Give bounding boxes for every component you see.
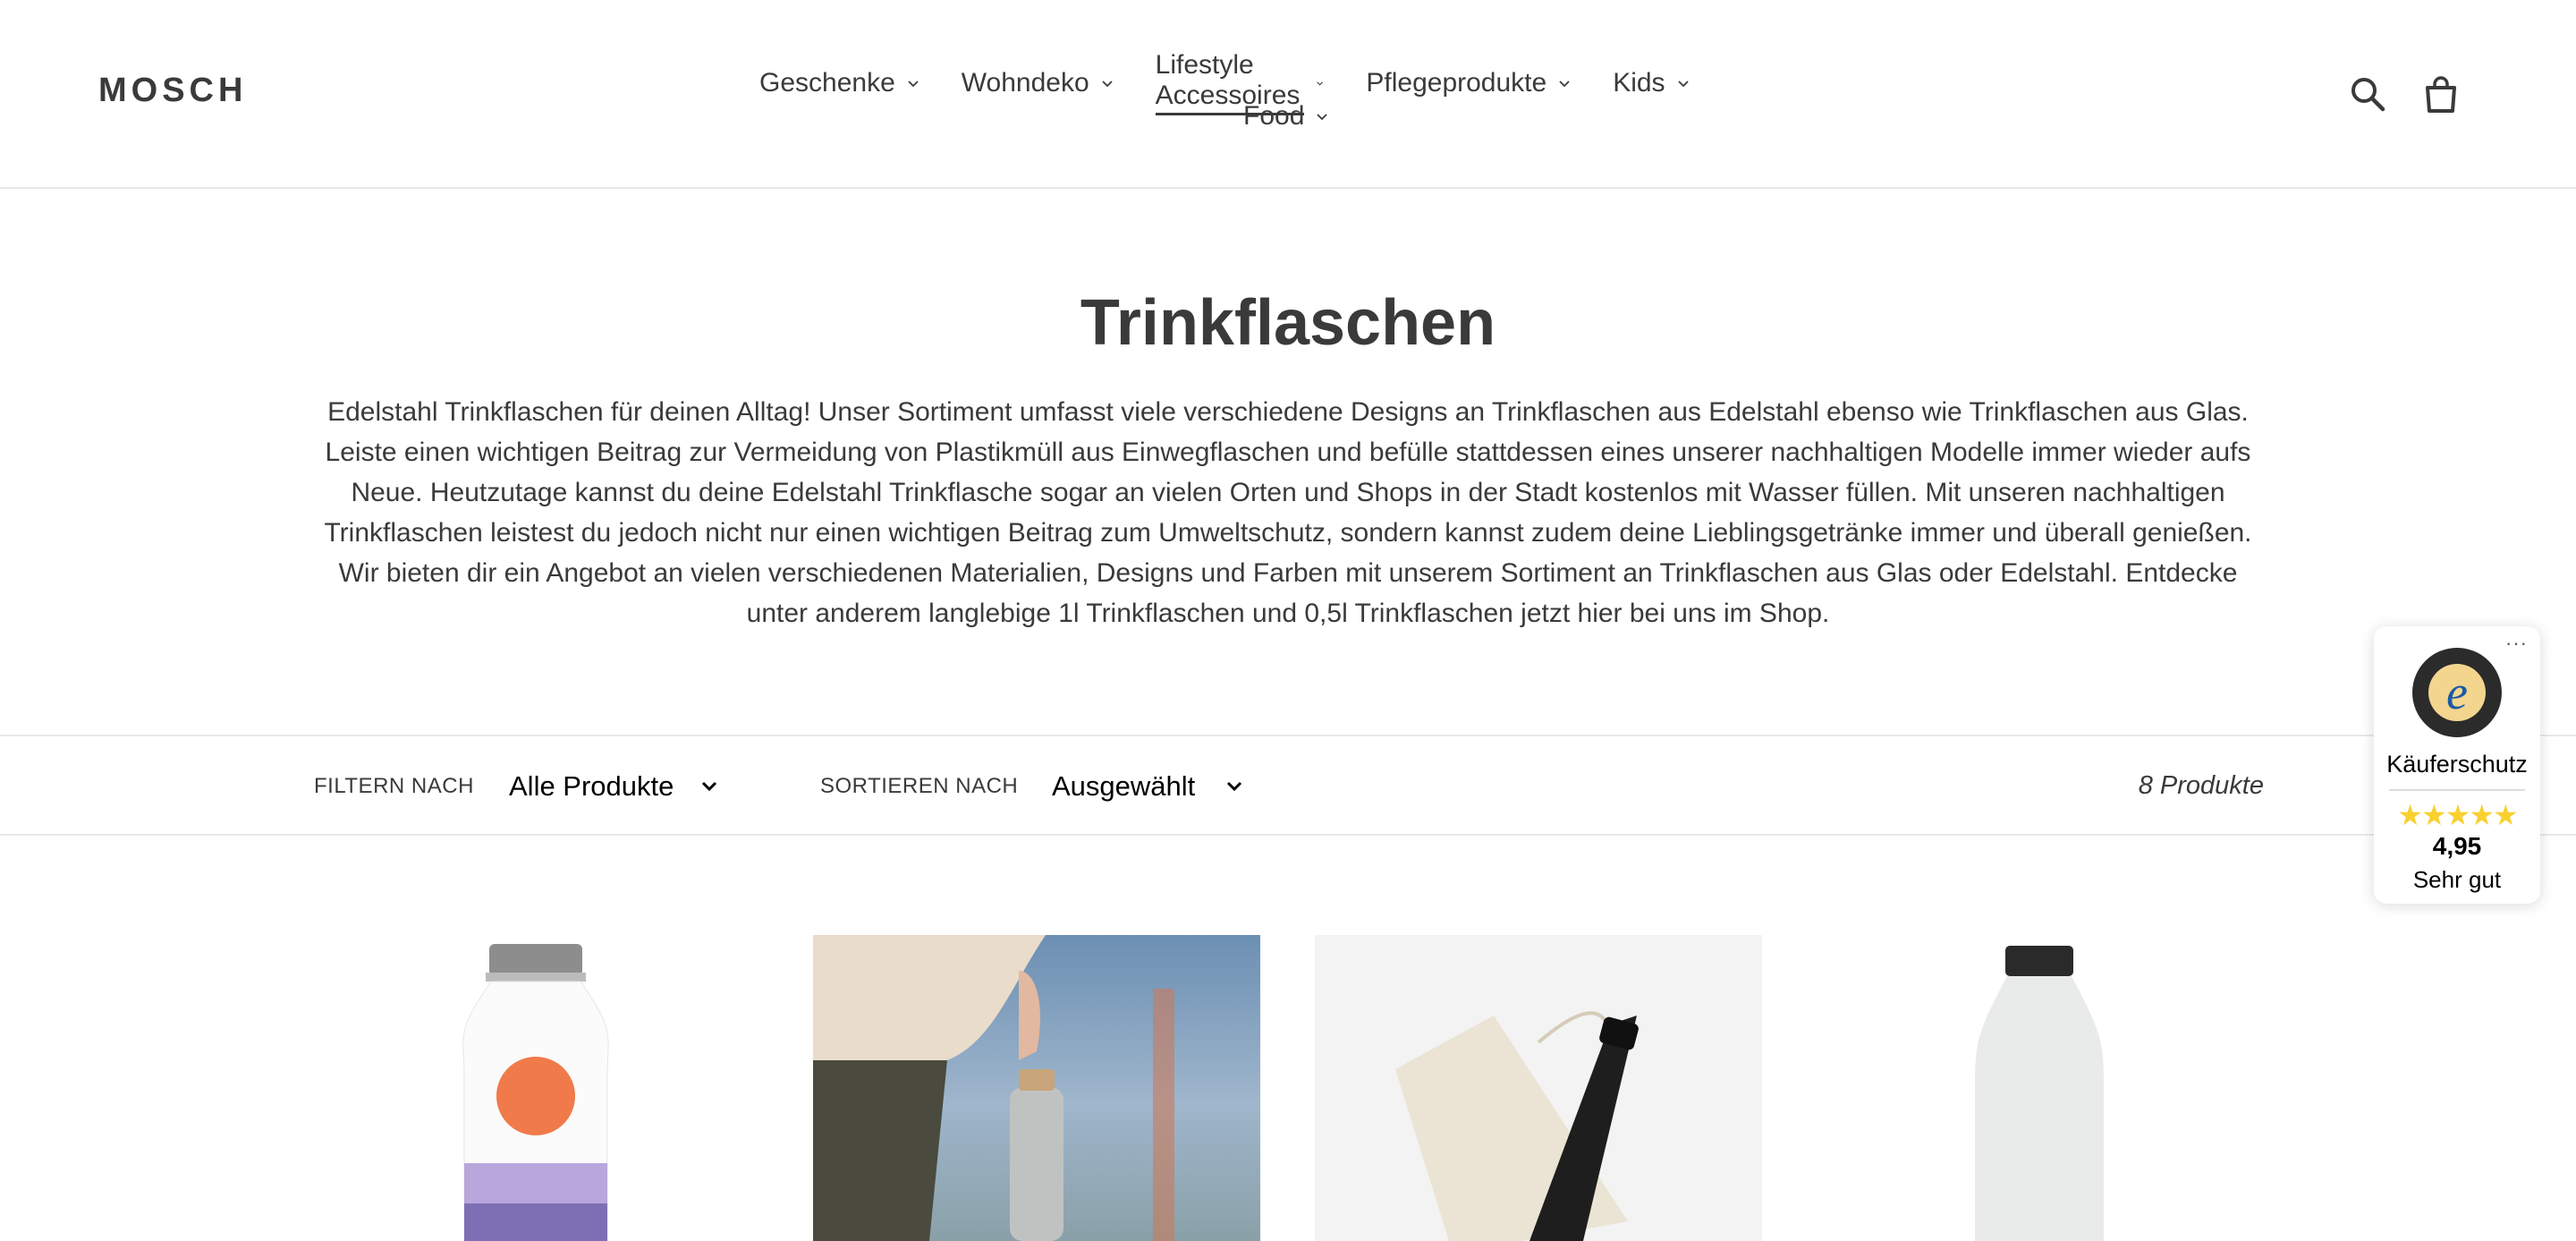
site-header: MOSCH Geschenke Wohndeko Lifestyle Acces…	[0, 0, 2576, 189]
nav-label: Wohndeko	[961, 67, 1089, 98]
sort-label: SORTIEREN NACH	[820, 773, 1019, 798]
product-image[interactable]	[312, 935, 759, 1241]
trusted-shops-logo: e	[2412, 648, 2502, 737]
product-image[interactable]	[813, 935, 1260, 1241]
nav-item-pflegeprodukte[interactable]: Pflegeprodukte	[1366, 50, 1570, 115]
chevron-down-icon	[702, 781, 717, 791]
page-title: Trinkflaschen	[1080, 287, 1496, 359]
rating-value: 4,95	[2432, 832, 2482, 860]
main-nav: Geschenke Wohndeko Lifestyle Accessoires…	[759, 50, 2576, 115]
lifestyle-photo	[813, 935, 1174, 1241]
sort-select[interactable]: Ausgewählt	[1052, 736, 1243, 836]
rating-stars: ★★★★★	[2397, 799, 2518, 831]
chevron-down-icon	[1317, 81, 1324, 86]
collection-description: Edelstahl Trinkflaschen für deinen Allta…	[324, 397, 2252, 628]
chevron-down-icon	[1227, 781, 1242, 791]
chevron-down-icon	[1317, 114, 1328, 121]
nav-item-geschenke[interactable]: Geschenke	[759, 50, 919, 115]
product-image[interactable]	[1315, 935, 1762, 1241]
main-nav-row2: Food	[1243, 101, 1328, 132]
divider	[2389, 789, 2525, 791]
nav-label: Kids	[1613, 67, 1665, 98]
bottle-image	[462, 944, 609, 1241]
nav-label: Geschenke	[759, 67, 895, 98]
badge-title: Käuferschutz	[2386, 751, 2528, 778]
more-icon[interactable]: ···	[2505, 632, 2528, 655]
cart-icon[interactable]	[2420, 73, 2462, 115]
product-image[interactable]	[1816, 935, 2263, 1241]
nav-item-wohndeko[interactable]: Wohndeko	[962, 50, 1113, 115]
product-count: 8 Produkte	[2138, 771, 2264, 800]
bottle-image	[1975, 946, 2104, 1241]
filter-bar: FILTERN NACH Alle Produkte SORTIEREN NAC…	[0, 735, 2576, 836]
logo[interactable]: MOSCH	[98, 72, 247, 110]
chevron-down-icon	[1102, 80, 1113, 87]
bottle-bag-image	[1395, 1011, 1639, 1241]
nav-label: Pflegeprodukte	[1366, 67, 1547, 98]
search-icon[interactable]	[2347, 73, 2388, 115]
chevron-down-icon	[908, 80, 919, 87]
trusted-shops-badge[interactable]: ··· e Käuferschutz ★★★★★ 4,95 Sehr gut	[2374, 626, 2540, 904]
nav-label: Food	[1243, 101, 1305, 131]
filter-label: FILTERN NACH	[314, 773, 474, 798]
filter-value: Alle Produkte	[509, 769, 674, 802]
chevron-down-icon	[1559, 80, 1570, 87]
chevron-down-icon	[1677, 80, 1689, 87]
rating-text: Sehr gut	[2412, 866, 2502, 893]
nav-item-kids[interactable]: Kids	[1613, 50, 1689, 115]
svg-text:e: e	[2446, 666, 2468, 719]
sort-value: Ausgewählt	[1052, 769, 1196, 802]
nav-item-food[interactable]: Food	[1243, 101, 1328, 132]
filter-select[interactable]: Alle Produkte	[509, 736, 718, 836]
